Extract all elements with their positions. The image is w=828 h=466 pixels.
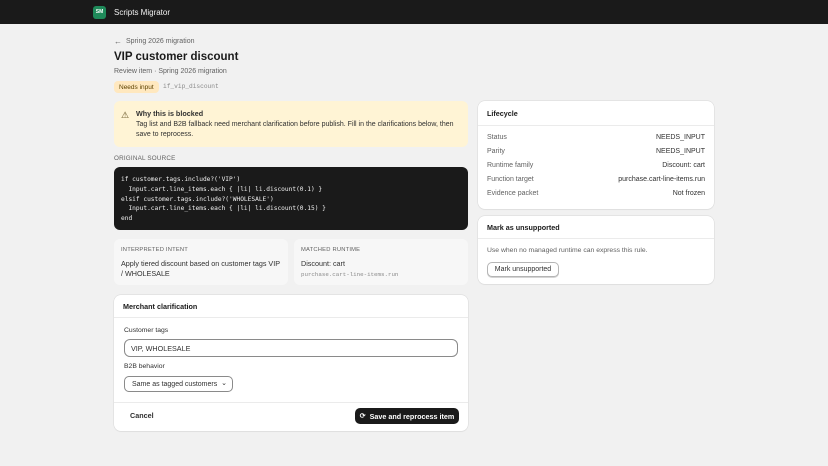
lifecycle-key: Runtime family [487, 162, 534, 169]
b2b-label: B2B behavior [124, 363, 165, 370]
mark-unsupported-button[interactable]: Mark unsupported [487, 262, 559, 277]
refresh-icon: ⟳ [359, 413, 366, 420]
source-code: if customer.tags.include?('VIP') Input.c… [114, 167, 468, 230]
save-reprocess-label: Save and reprocess item [369, 411, 455, 421]
unsupported-title: Mark as unsupported [487, 223, 560, 232]
runtime-target: purchase.cart-line-items.run [301, 271, 399, 278]
divider [478, 238, 714, 239]
lifecycle-key: Parity [487, 148, 505, 155]
unsupported-card: Mark as unsupported Use when no managed … [478, 216, 714, 284]
divider [478, 125, 714, 126]
warning-icon: ⚠ [121, 110, 130, 120]
divider [114, 317, 468, 318]
back-link-label: Spring 2026 migration [126, 38, 195, 45]
intent-card: INTERPRETED INTENT Apply tiered discount… [114, 239, 288, 285]
clarification-title: Merchant clarification [123, 302, 198, 311]
tags-label: Customer tags [124, 327, 169, 334]
b2b-behavior-select[interactable]: Same as tagged customers ⌄ [124, 376, 233, 392]
b2b-selected-value: Same as tagged customers [132, 380, 218, 388]
alert-title: Why this is blocked [136, 109, 204, 118]
item-slug: if_vip_discount [163, 83, 219, 90]
clarification-card: Merchant clarification Customer tags B2B… [114, 295, 468, 431]
lifecycle-row-evidence-packet: Evidence packet Not frozen [487, 190, 705, 200]
blocked-alert: ⚠ Why this is blocked Tag list and B2B f… [114, 101, 468, 147]
intent-value: Apply tiered discount based on customer … [121, 259, 280, 278]
status-badge: Needs input [114, 81, 159, 93]
lifecycle-row-parity: Parity NEEDS_INPUT [487, 148, 705, 158]
back-link[interactable]: ← Spring 2026 migration [114, 37, 195, 46]
chevron-down-icon: ⌄ [221, 380, 227, 387]
lifecycle-key: Evidence packet [487, 190, 539, 197]
lifecycle-key: Function target [487, 176, 534, 183]
lifecycle-value: Not frozen [672, 190, 705, 197]
lifecycle-card: Lifecycle Status NEEDS_INPUT Parity NEED… [478, 101, 714, 209]
divider [114, 402, 468, 403]
unsupported-description: Use when no managed runtime can express … [487, 247, 648, 254]
top-bar: SM Scripts Migrator [0, 0, 828, 24]
source-label: ORIGINAL SOURCE [114, 155, 176, 162]
customer-tags-input[interactable] [124, 339, 458, 357]
save-reprocess-button[interactable]: ⟳ Save and reprocess item [355, 408, 459, 424]
lifecycle-row-status: Status NEEDS_INPUT [487, 134, 705, 144]
lifecycle-row-function-target: Function target purchase.cart-line-items… [487, 176, 705, 186]
app-logo: SM [93, 5, 106, 19]
alert-body: Tag list and B2B fallback need merchant … [136, 121, 454, 138]
cancel-button[interactable]: Cancel [130, 411, 154, 420]
lifecycle-value: NEEDS_INPUT [655, 148, 705, 155]
lifecycle-value: Discount: cart [662, 162, 705, 169]
intent-label: INTERPRETED INTENT [121, 247, 189, 253]
app-name: Scripts Migrator [114, 7, 171, 17]
lifecycle-title: Lifecycle [487, 109, 518, 118]
lifecycle-value: NEEDS_INPUT [655, 134, 705, 141]
lifecycle-row-runtime-family: Runtime family Discount: cart [487, 162, 705, 172]
arrow-left-icon: ← [114, 37, 122, 46]
lifecycle-key: Status [487, 134, 507, 141]
runtime-card: MATCHED RUNTIME Discount: cart purchase.… [294, 239, 468, 285]
lifecycle-value: purchase.cart-line-items.run [618, 176, 705, 183]
runtime-value: Discount: cart [301, 259, 345, 268]
runtime-label: MATCHED RUNTIME [301, 247, 361, 253]
page-title: VIP customer discount [114, 51, 239, 63]
page-subtitle: Review item · Spring 2026 migration [114, 68, 227, 75]
